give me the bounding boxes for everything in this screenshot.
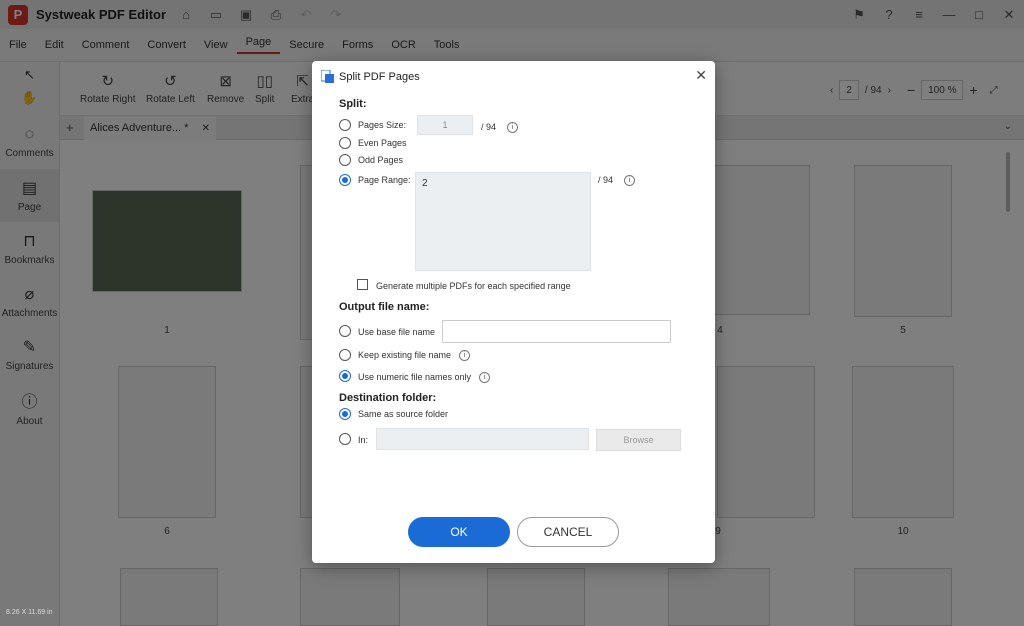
base-file-name-input[interactable] bbox=[442, 320, 671, 343]
numeric-file-names-info-icon[interactable]: i bbox=[479, 372, 490, 383]
page-range-radio[interactable] bbox=[339, 174, 351, 186]
custom-folder-radio[interactable] bbox=[339, 433, 351, 445]
pages-size-input[interactable]: 1 bbox=[417, 115, 473, 135]
keep-file-name-info-icon[interactable]: i bbox=[459, 350, 470, 361]
destination-heading: Destination folder: bbox=[339, 392, 437, 404]
keep-file-name-label: Keep existing file name bbox=[358, 350, 452, 360]
odd-pages-label: Odd Pages bbox=[358, 155, 404, 165]
pages-size-info-icon[interactable]: i bbox=[507, 122, 518, 133]
page-size-status: 8.26 X 11.69 in bbox=[6, 609, 53, 616]
keep-file-name-radio[interactable] bbox=[339, 349, 351, 361]
multiple-pdfs-checkbox[interactable] bbox=[357, 279, 368, 290]
page-range-info-icon[interactable]: i bbox=[624, 175, 635, 186]
ok-button[interactable]: OK bbox=[408, 517, 510, 547]
split-pdf-icon bbox=[321, 70, 334, 83]
close-dialog-icon[interactable]: ✕ bbox=[695, 67, 707, 84]
pages-size-label: Pages Size: bbox=[358, 120, 407, 130]
base-file-name-label: Use base file name bbox=[358, 327, 436, 337]
even-pages-radio[interactable] bbox=[339, 137, 351, 149]
even-pages-label: Even Pages bbox=[358, 138, 407, 148]
custom-folder-label: In: bbox=[358, 435, 369, 445]
page-range-label: Page Range: bbox=[358, 175, 411, 185]
numeric-file-names-label: Use numeric file names only bbox=[358, 372, 472, 382]
dialog-title: Split PDF Pages bbox=[339, 71, 420, 83]
output-heading: Output file name: bbox=[339, 301, 430, 313]
same-folder-radio[interactable] bbox=[339, 408, 351, 420]
page-range-input[interactable]: 2 bbox=[415, 172, 591, 271]
base-file-name-radio[interactable] bbox=[339, 325, 351, 337]
split-pdf-dialog: Split PDF Pages ✕ Split: Pages Size: 1 /… bbox=[312, 61, 715, 563]
browse-button[interactable]: Browse bbox=[596, 429, 681, 451]
split-heading: Split: bbox=[339, 98, 367, 110]
pages-size-total: / 94 bbox=[481, 122, 497, 132]
custom-folder-input[interactable] bbox=[376, 428, 589, 450]
multiple-pdfs-label: Generate multiple PDFs for each specifie… bbox=[376, 281, 571, 291]
odd-pages-radio[interactable] bbox=[339, 154, 351, 166]
same-folder-label: Same as source folder bbox=[358, 409, 449, 419]
pages-size-radio[interactable] bbox=[339, 119, 351, 131]
cancel-button[interactable]: CANCEL bbox=[517, 517, 619, 547]
numeric-file-names-radio[interactable] bbox=[339, 370, 351, 382]
page-range-total: / 94 bbox=[598, 175, 614, 185]
